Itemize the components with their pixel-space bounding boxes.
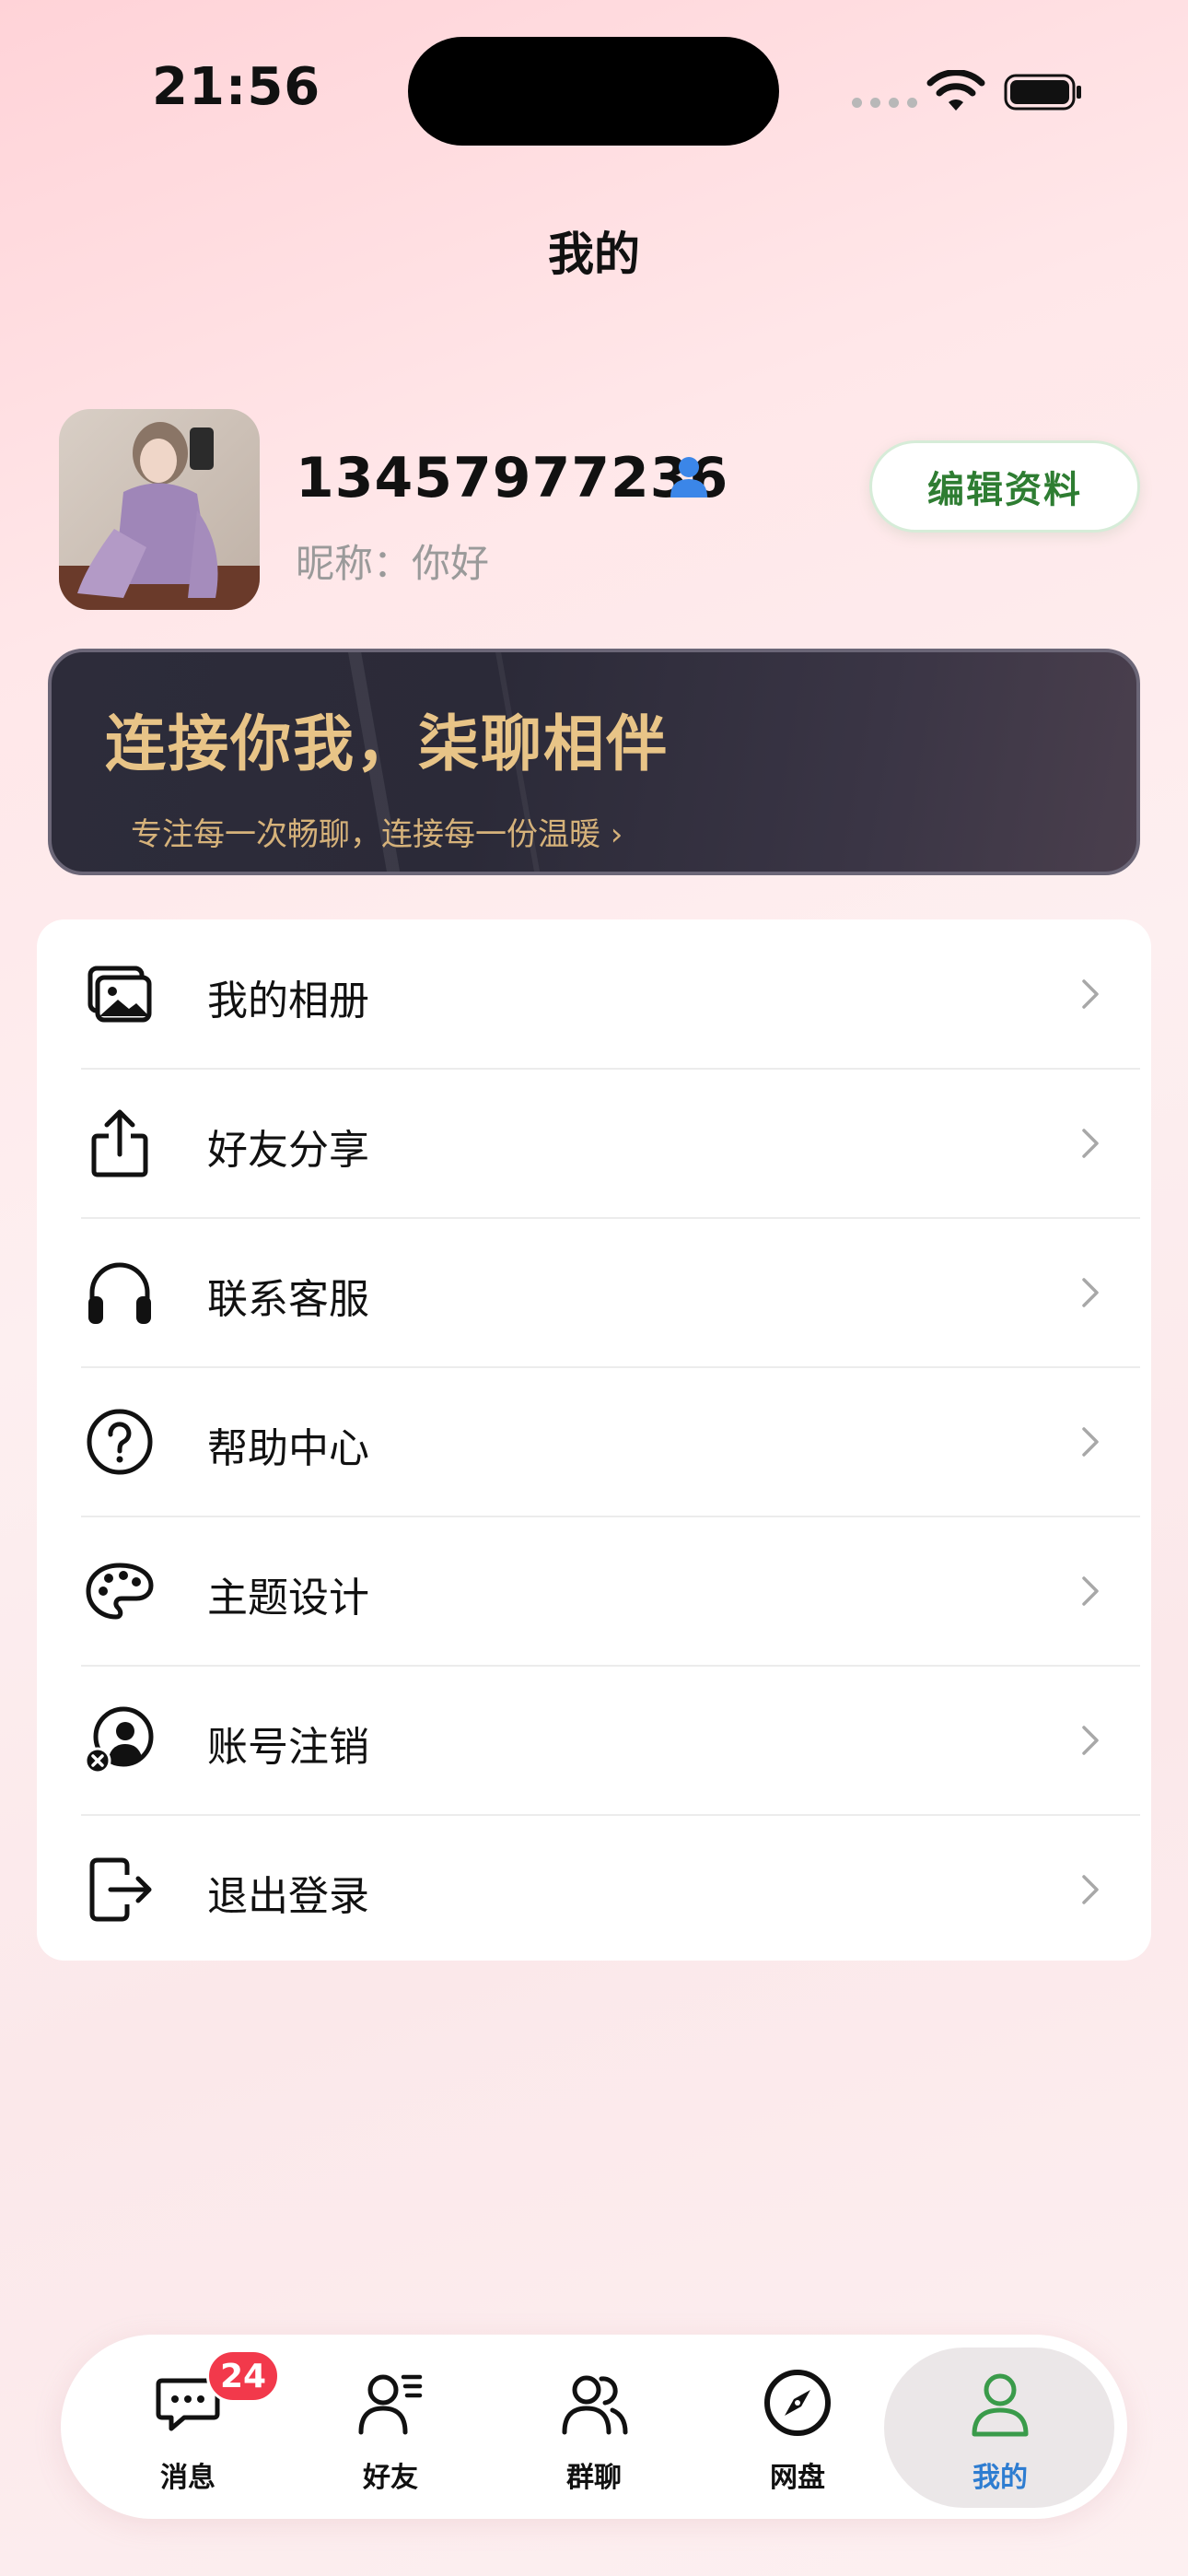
tab-label: 我的 <box>973 2462 1028 2494</box>
tab-label: 消息 <box>160 2462 215 2494</box>
menu-item-share[interactable]: 好友分享 <box>37 1069 1151 1218</box>
menu-item-logout[interactable]: 退出登录 <box>37 1815 1151 1964</box>
menu-item-label: 账号注销 <box>207 1724 369 1771</box>
user-phone-number: 13457977236 <box>296 446 729 510</box>
menu-item-help-center[interactable]: 帮助中心 <box>37 1367 1151 1516</box>
chevron-right-icon <box>1082 1726 1099 1755</box>
dynamic-island <box>408 37 779 146</box>
chevron-right-icon <box>1082 1278 1099 1307</box>
menu-item-theme[interactable]: 主题设计 <box>37 1516 1151 1666</box>
wifi-icon <box>926 70 985 111</box>
user-nickname: 昵称：你好 <box>296 541 490 586</box>
tab-label: 群聊 <box>566 2462 622 2494</box>
tab-cloud-drive[interactable]: 网盘 <box>705 2368 890 2497</box>
page-title: 我的 <box>548 228 640 281</box>
cellular-signal-icon <box>852 98 917 108</box>
avatar-photo <box>59 409 260 610</box>
tab-me[interactable]: 我的 <box>908 2368 1092 2497</box>
palette-icon <box>86 1563 154 1620</box>
menu-item-label: 帮助中心 <box>207 1425 369 1472</box>
help-icon <box>87 1409 153 1475</box>
compass-icon <box>764 2370 831 2436</box>
menu-item-label: 退出登录 <box>207 1873 369 1920</box>
battery-icon <box>1004 74 1081 111</box>
chevron-right-icon <box>1082 1129 1099 1158</box>
profile-icon <box>972 2373 1029 2437</box>
friends-icon <box>358 2374 423 2435</box>
menu-item-delete-account[interactable]: 账号注销 <box>37 1666 1151 1815</box>
promo-banner[interactable]: 连接你我，柒聊相伴 专注每一次畅聊，连接每一份温暖 › <box>48 649 1140 875</box>
menu-item-label: 我的相册 <box>207 978 369 1025</box>
tab-label: 好友 <box>363 2462 418 2494</box>
menu-item-label: 主题设计 <box>207 1575 369 1622</box>
chevron-right-icon <box>1082 979 1099 1009</box>
status-time: 21:56 <box>152 57 321 117</box>
headphones-icon <box>88 1262 151 1324</box>
banner-subtitle: 专注每一次畅聊，连接每一份温暖 › <box>131 816 623 853</box>
unread-badge: 24 <box>206 2349 281 2403</box>
tab-group-chat[interactable]: 群聊 <box>502 2368 686 2497</box>
user-icon <box>670 457 707 498</box>
menu-item-album[interactable]: 我的相册 <box>37 919 1151 1069</box>
chevron-right-icon <box>1082 1427 1099 1457</box>
account-cancel-icon <box>85 1706 154 1774</box>
group-chat-icon <box>562 2375 628 2435</box>
edit-profile-button[interactable]: 编辑资料 <box>869 440 1140 533</box>
tab-label: 网盘 <box>770 2462 825 2494</box>
avatar[interactable] <box>59 409 260 610</box>
chevron-right-icon <box>1082 1576 1099 1606</box>
menu-list: 我的相册 好友分享 联系客服 帮助中心 主题设计 账号注销 退出登录 <box>37 919 1151 1961</box>
menu-item-customer-service[interactable]: 联系客服 <box>37 1218 1151 1367</box>
menu-item-label: 联系客服 <box>207 1276 369 1323</box>
tab-friends[interactable]: 好友 <box>298 2368 483 2497</box>
menu-item-label: 好友分享 <box>207 1127 369 1174</box>
album-icon <box>87 966 152 1023</box>
banner-title: 连接你我，柒聊相伴 <box>105 708 669 779</box>
chevron-right-icon <box>1082 1875 1099 1904</box>
logout-icon <box>89 1857 152 1922</box>
share-icon <box>91 1109 148 1177</box>
